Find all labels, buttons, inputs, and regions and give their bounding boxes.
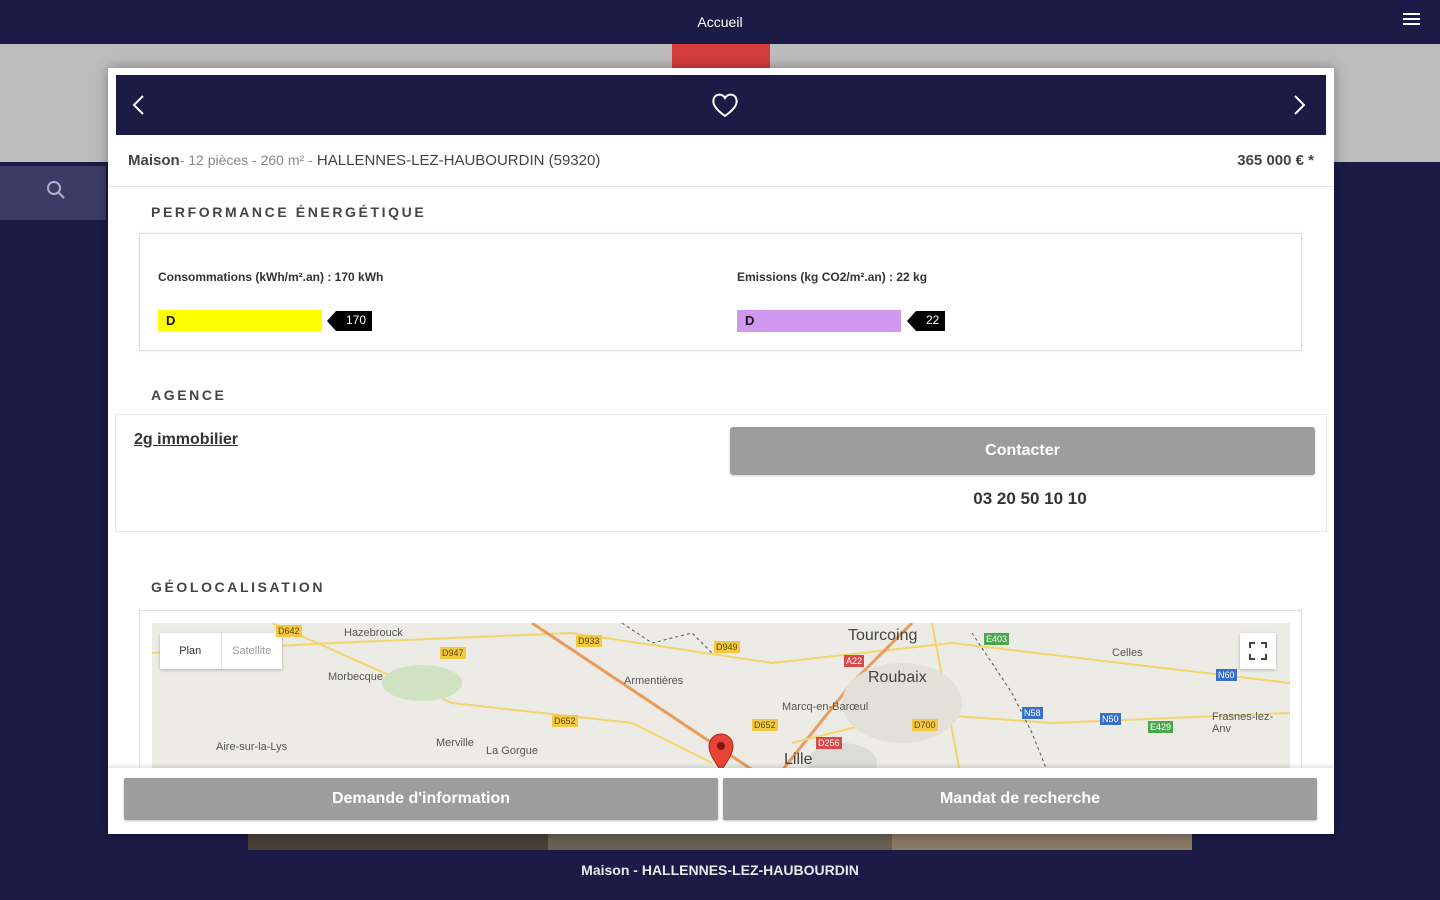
map-label: Hazebrouck — [344, 627, 403, 639]
emissions-class-bar: D — [737, 310, 901, 332]
heart-icon[interactable] — [710, 91, 740, 119]
top-app-bar: Accueil — [0, 0, 1440, 44]
road-badge: D652 — [552, 715, 578, 727]
road-badge: A22 — [844, 655, 865, 667]
agency-section-title: AGENCE — [151, 387, 227, 403]
information-request-button[interactable]: Demande d'information — [124, 778, 718, 820]
map-label: Lille — [784, 751, 813, 768]
road-badge: N58 — [1022, 707, 1043, 719]
modal-header — [116, 75, 1326, 135]
map-label: Merville — [436, 737, 474, 749]
map-label: La Gorgue — [486, 745, 538, 757]
road-badge: D933 — [576, 635, 602, 647]
property-type: Maison — [128, 152, 180, 169]
hamburger-menu-icon[interactable] — [1403, 13, 1420, 29]
road-badge: D949 — [714, 641, 740, 653]
map-frame: Plan Satellite Hazebrouck Tourcoing Roub… — [139, 610, 1302, 783]
map-type-satellite[interactable]: Satellite — [220, 633, 283, 669]
divider — [108, 186, 1334, 187]
road-badge: D256 — [816, 737, 842, 749]
consumption-value-tag: 170 — [326, 311, 373, 331]
fullscreen-icon[interactable] — [1240, 633, 1276, 669]
map-label: Armentières — [624, 675, 684, 687]
listing-detail-modal: Maison- 12 pièces - 260 m² - HALLENNES-L… — [108, 68, 1334, 834]
road-badge: N50 — [1100, 713, 1121, 725]
map-label: Aire-sur-la-Lys — [216, 741, 288, 753]
road-badge: E403 — [984, 633, 1010, 645]
search-icon[interactable] — [46, 180, 66, 200]
map-label: Marcq-en-Barœul — [782, 701, 869, 713]
road-badge: D652 — [752, 719, 778, 731]
agency-name-link[interactable]: 2g immobilier — [134, 431, 238, 449]
chevron-left-icon[interactable] — [128, 93, 152, 117]
map-label: Celles — [1112, 647, 1143, 659]
listing-caption: Maison - HALLENNES-LEZ-HAUBOURDIN — [581, 862, 859, 878]
map-pin-icon[interactable] — [707, 733, 735, 773]
map-label: Roubaix — [868, 669, 927, 686]
chevron-right-icon[interactable] — [1286, 93, 1310, 117]
road-badge: D642 — [276, 625, 302, 637]
map-label: Frasnes-lez-Anv — [1212, 711, 1274, 735]
energy-section-title: PERFORMANCE ÉNERGÉTIQUE — [151, 204, 427, 220]
consumption-label: Consommations (kWh/m².an) : 170 kWh — [158, 270, 384, 284]
agency-box: 2g immobilier Contacter 03 20 50 10 10 — [115, 414, 1327, 532]
consumption-class-bar: D — [158, 310, 322, 332]
search-mandate-button[interactable]: Mandat de recherche — [723, 778, 1317, 820]
contact-button[interactable]: Contacter — [730, 427, 1315, 475]
property-city: HALLENNES-LEZ-HAUBOURDIN (59320) — [316, 152, 601, 169]
listing-summary: Maison- 12 pièces - 260 m² - HALLENNES-L… — [128, 152, 1314, 174]
road-badge: N60 — [1216, 669, 1237, 681]
road-badge: D700 — [912, 719, 938, 731]
map-type-plan[interactable]: Plan — [160, 633, 221, 669]
road-badge: E429 — [1148, 721, 1174, 733]
agency-phone[interactable]: 03 20 50 10 10 — [730, 489, 1330, 509]
brand-logo — [672, 44, 770, 70]
emissions-label: Emissions (kg CO2/m².an) : 22 kg — [737, 270, 928, 284]
property-meta: - 12 pièces - 260 m² - — [179, 152, 313, 168]
app-title: Accueil — [697, 14, 743, 30]
modal-footer: Demande d'information Mandat de recherch… — [108, 768, 1334, 834]
emissions-value-tag: 22 — [906, 311, 946, 331]
map[interactable]: Plan Satellite Hazebrouck Tourcoing Roub… — [152, 623, 1290, 783]
property-price: 365 000 € * — [1237, 152, 1314, 169]
energy-performance-box: Consommations (kWh/m².an) : 170 kWh D 17… — [139, 233, 1302, 351]
geolocation-section-title: GÉOLOCALISATION — [151, 579, 326, 595]
map-label: Morbecque — [328, 671, 384, 683]
map-type-toggle: Plan Satellite — [160, 633, 282, 669]
road-badge: D947 — [440, 647, 466, 659]
map-label: Tourcoing — [848, 627, 918, 644]
